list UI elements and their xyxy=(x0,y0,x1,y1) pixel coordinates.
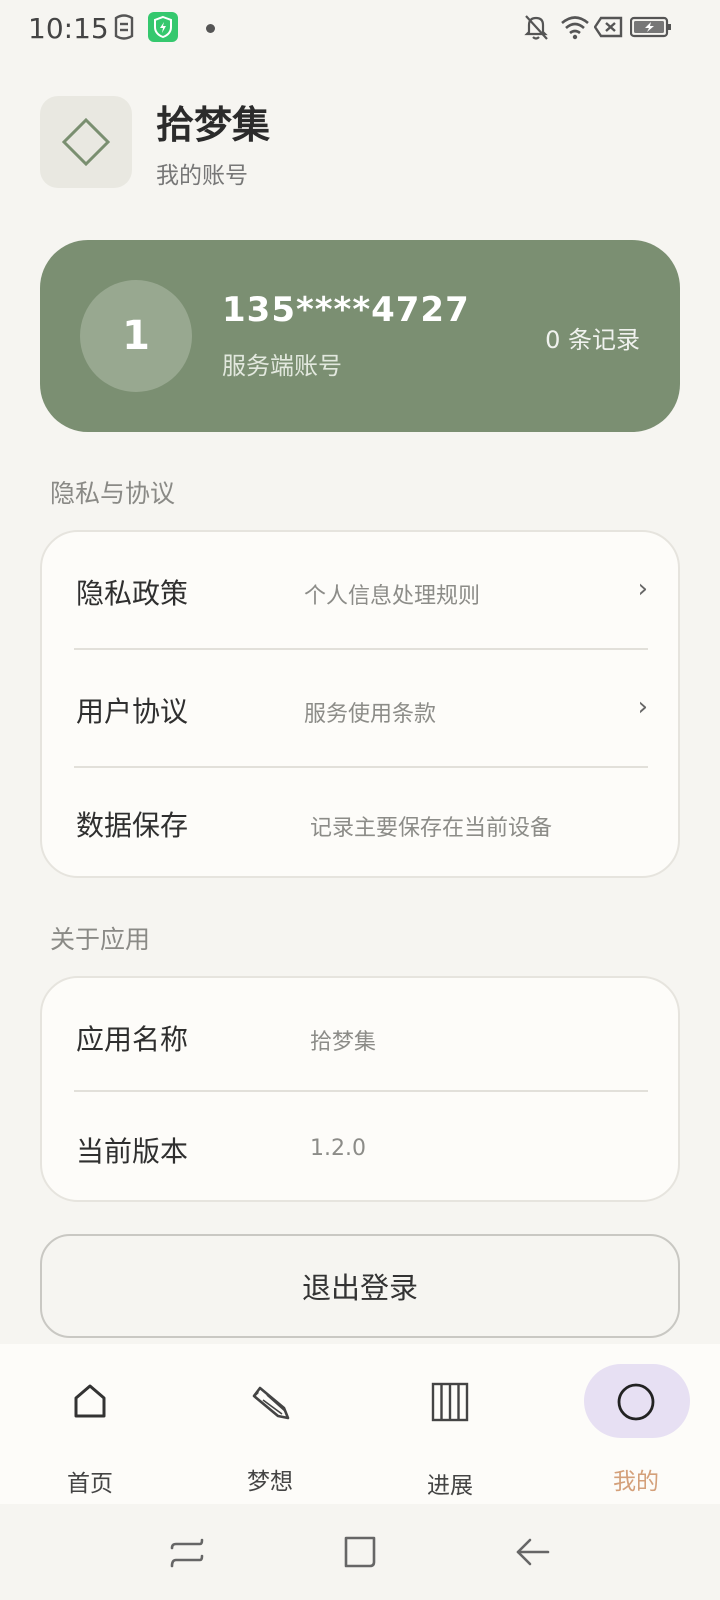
page-title: 拾梦集 xyxy=(156,103,271,147)
nav-item-progress[interactable]: 进展 xyxy=(360,1344,540,1504)
sim-x-icon xyxy=(594,16,623,38)
account-card[interactable]: 1 135****4727 服务端账号 0 条记录 xyxy=(40,240,680,432)
bottom-nav: 首页 梦想 进展 我的 xyxy=(0,1344,720,1504)
home-square-icon[interactable] xyxy=(342,1534,378,1570)
page: 10:15 拾梦集 我的账号 1 135****4727 服务端账号 0 条记录… xyxy=(0,0,720,1600)
status-bar: 10:15 xyxy=(0,0,720,56)
row-value: 1.2.0 xyxy=(310,1136,366,1161)
version-row: 当前版本 1.2.0 xyxy=(42,1092,678,1202)
row-desc: 记录主要保存在当前设备 xyxy=(310,816,553,841)
user-agreement-row[interactable]: 用户协议 服务使用条款 › xyxy=(42,650,678,766)
row-title: 应用名称 xyxy=(76,1023,189,1056)
page-subtitle: 我的账号 xyxy=(156,163,248,189)
avatar: 1 xyxy=(80,280,192,392)
nav-label: 首页 xyxy=(67,1471,113,1497)
account-type: 服务端账号 xyxy=(222,352,342,380)
status-time: 10:15 xyxy=(28,12,109,45)
chevron-right-icon: › xyxy=(637,574,648,604)
row-desc: 服务使用条款 xyxy=(304,702,437,727)
pencil-icon xyxy=(252,1386,290,1420)
nav-item-home[interactable]: 首页 xyxy=(0,1344,180,1504)
row-value: 拾梦集 xyxy=(310,1030,377,1055)
face-icon xyxy=(114,14,134,40)
row-title: 当前版本 xyxy=(76,1135,189,1168)
nav-label: 梦想 xyxy=(247,1469,293,1495)
nav-label: 进展 xyxy=(427,1473,473,1499)
wifi-icon xyxy=(561,16,589,40)
row-title: 用户协议 xyxy=(76,695,189,728)
bell-off-icon xyxy=(524,15,548,40)
section-label-about: 关于应用 xyxy=(50,925,151,954)
back-arrow-icon[interactable] xyxy=(514,1534,550,1570)
app-logo xyxy=(40,96,132,188)
home-icon xyxy=(74,1384,106,1418)
section-label-privacy: 隐私与协议 xyxy=(50,479,176,508)
privacy-policy-row[interactable]: 隐私政策 个人信息处理规则 › xyxy=(42,532,678,648)
shield-icon xyxy=(148,12,178,42)
circle-icon xyxy=(617,1383,655,1421)
privacy-card: 隐私政策 个人信息处理规则 › 用户协议 服务使用条款 › 数据保存 记录主要保… xyxy=(40,530,680,878)
recents-icon[interactable] xyxy=(168,1534,206,1570)
chevron-right-icon: › xyxy=(637,692,648,722)
about-card: 应用名称 拾梦集 当前版本 1.2.0 xyxy=(40,976,680,1202)
nav-item-dreams[interactable]: 梦想 xyxy=(180,1344,360,1504)
row-title: 数据保存 xyxy=(76,809,189,842)
data-storage-row: 数据保存 记录主要保存在当前设备 xyxy=(42,768,678,878)
nav-item-profile[interactable]: 我的 xyxy=(546,1344,720,1504)
diamond-icon xyxy=(62,118,110,166)
account-phone: 135****4727 xyxy=(222,290,470,330)
row-title: 隐私政策 xyxy=(76,577,189,610)
columns-icon xyxy=(431,1382,469,1422)
notification-dot xyxy=(206,24,215,33)
nav-label: 我的 xyxy=(613,1469,659,1495)
row-desc: 个人信息处理规则 xyxy=(304,584,481,609)
battery-charging-icon xyxy=(630,16,671,38)
system-nav xyxy=(0,1504,720,1600)
logout-button[interactable]: 退出登录 xyxy=(40,1234,680,1338)
record-count: 0 条记录 xyxy=(545,326,640,354)
app-name-row: 应用名称 拾梦集 xyxy=(42,978,678,1090)
